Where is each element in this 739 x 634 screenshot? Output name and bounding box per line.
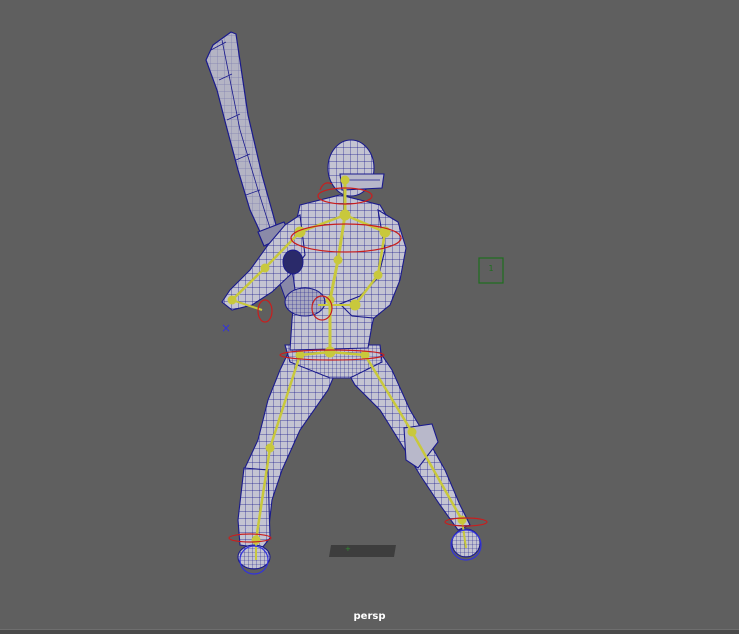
ground-shadow: +	[329, 545, 396, 557]
locator-box[interactable]: 1	[478, 257, 504, 284]
maya-perspective-viewport[interactable]: + × 1 persp	[0, 0, 739, 634]
svg-text:×: ×	[221, 321, 231, 335]
viewport-bottom-border	[0, 629, 739, 634]
scene-canvas[interactable]: + × 1	[0, 0, 739, 634]
svg-text:+: +	[345, 545, 351, 553]
camera-name-label: persp	[353, 611, 386, 622]
locator-label: 1	[488, 264, 493, 273]
